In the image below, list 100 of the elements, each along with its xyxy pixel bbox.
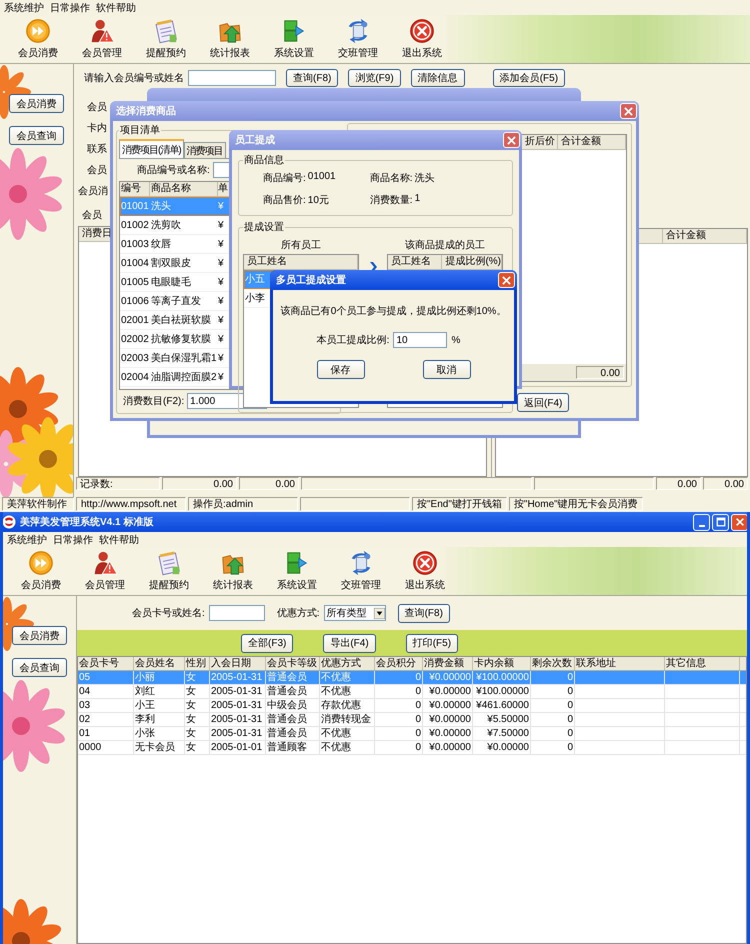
total-value: 0.00	[239, 477, 299, 490]
table-row[interactable]: 04 刘红 女 2005-01-31 普通会员 不优惠 0 ¥0.00000 ¥100.00000 0	[78, 685, 746, 699]
column-header: 合计金额	[558, 135, 626, 149]
table-cell: ¥0.00000	[473, 741, 531, 754]
dialog-button[interactable]: 取消	[422, 360, 470, 379]
toolbar-button[interactable]: 会员消费	[6, 15, 70, 63]
toolbar-button[interactable]: 统计报表	[201, 547, 265, 595]
filter-label: 会员卡号或姓名:	[132, 606, 205, 620]
table-cell: ¥100.00000	[473, 685, 531, 698]
sidebar-button[interactable]: 会员查询	[9, 126, 64, 145]
toolbar-button[interactable]: 会员消费	[9, 547, 73, 595]
query-button[interactable]: 查询(F8)	[398, 604, 450, 622]
table-cell: 0	[531, 727, 575, 740]
toolbar-button[interactable]: 提醒预约	[137, 547, 201, 595]
menu-item[interactable]: 日常操作	[50, 0, 90, 14]
total-value: 0.00	[703, 477, 748, 490]
sidebar-button[interactable]: 会员消费	[12, 626, 67, 645]
column-header: 编号	[120, 182, 150, 196]
table-row[interactable]: 0000 无卡会员 女 2005-01-01 普通顾客 不优惠 0 ¥0.00000 ¥0.00000 0	[78, 741, 746, 755]
table-cell: 2005-01-31	[210, 713, 266, 726]
column-header: 会员卡等级	[266, 657, 320, 670]
info-value: 01001	[308, 171, 337, 184]
table-cell: 0	[375, 685, 423, 698]
column-header: 会员卡号	[78, 657, 134, 670]
menu-item[interactable]: 系统维护	[4, 0, 44, 14]
table-cell: 刘红	[134, 685, 185, 698]
info-label: 消费数量:	[370, 194, 413, 207]
list-title: 该商品提成的员工	[404, 238, 486, 252]
toolbar-button[interactable]: 会员管理	[70, 15, 134, 63]
action-button[interactable]: 浏览(F9)	[348, 69, 401, 87]
menu-item[interactable]: 日常操作	[53, 532, 93, 546]
table-cell: ¥0.00000	[423, 713, 473, 726]
ratio-field[interactable]: 10	[393, 332, 448, 348]
toolbar-button[interactable]: 交班管理	[329, 547, 393, 595]
back-button[interactable]: 返回(F4)	[517, 393, 570, 412]
table-cell: 0000	[78, 741, 134, 754]
table-cell: 消费转现金	[320, 713, 375, 726]
column-header: 提成比例(%)	[442, 255, 502, 269]
table-cell: ¥7.50000	[473, 727, 531, 740]
table-cell: 不优惠	[320, 727, 375, 740]
column-header: 员工姓名	[388, 255, 442, 269]
toolbar-button[interactable]: 统计报表	[198, 15, 262, 63]
tab[interactable]: 消费项目	[184, 142, 226, 158]
table-cell: 中级会员	[266, 699, 320, 712]
table-row[interactable]: 02 李利 女 2005-01-31 普通会员 消费转现金 0 ¥0.00000 ¥5.50000 0	[78, 713, 746, 727]
toolbar-button[interactable]: 提醒预约	[134, 15, 198, 63]
table-cell: ¥0.00000	[423, 685, 473, 698]
dialog-title: 员工提成	[235, 134, 275, 147]
table-cell: 女	[185, 741, 210, 754]
table-cell: 普通会员	[266, 685, 320, 698]
action-button[interactable]: 导出(F4)	[323, 634, 376, 652]
status-text: 美萍软件制作	[2, 497, 74, 511]
action-button[interactable]: 全部(F3)	[241, 634, 294, 652]
section-label: 会员	[82, 209, 102, 223]
info-label: 商品编号:	[263, 172, 306, 185]
table-cell: ¥5.50000	[473, 713, 531, 726]
action-button[interactable]: 查询(F8)	[286, 69, 338, 87]
toolbar-button[interactable]: 交班管理	[326, 15, 390, 63]
toolbar-button[interactable]: 系统设置	[262, 15, 326, 63]
status-text: 按"End"键打开钱箱	[412, 497, 507, 511]
table-cell: ¥0.00000	[423, 699, 473, 712]
column-header: 性别	[185, 657, 210, 670]
column-header: 其它信息	[665, 657, 740, 670]
table-cell: 0	[531, 699, 575, 712]
toolbar-button[interactable]: 会员管理	[73, 547, 137, 595]
table-cell: 小张	[134, 727, 185, 740]
column-header: 合计金额	[663, 229, 747, 243]
table-row[interactable]: 03 小王 女 2005-01-31 中级会员 存款优惠 0 ¥0.00000 ¥461.60000 0	[78, 699, 746, 713]
quantity-label: 消费数目(F2):	[123, 394, 184, 408]
sidebar-button[interactable]: 会员查询	[12, 658, 67, 677]
discount-dropdown[interactable]: 所有类型	[324, 605, 386, 621]
toolbar-button[interactable]: 系统设置	[265, 547, 329, 595]
action-button[interactable]: 清除信息	[410, 69, 465, 87]
group-label: 商品信息	[243, 154, 285, 167]
table-cell: 2005-01-31	[210, 671, 266, 684]
menu-item[interactable]: 软件帮助	[96, 0, 136, 14]
table-cell: 03	[78, 699, 134, 712]
dialog-button[interactable]: 保存	[316, 360, 364, 379]
table-cell: 2005-01-31	[210, 727, 266, 740]
action-button[interactable]: 打印(F5)	[406, 634, 458, 652]
table-cell: 李利	[134, 713, 185, 726]
form-label: 会员	[87, 101, 107, 115]
table-cell: 不优惠	[320, 741, 375, 754]
toolbar-button[interactable]: 退出系统	[390, 15, 454, 63]
table-cell: 2005-01-01	[210, 741, 266, 754]
table-cell: ¥461.60000	[473, 699, 531, 712]
sidebar-button[interactable]: 会员消费	[9, 94, 64, 113]
table-cell: ¥0.00000	[423, 727, 473, 740]
action-button[interactable]: 添加会员(F5)	[492, 69, 566, 87]
status-text: 操作员:admin	[188, 497, 298, 511]
total-value: 0.00	[656, 477, 701, 490]
table-cell: 女	[185, 685, 210, 698]
info-value: 洗头	[414, 172, 436, 185]
status-text: 按"Home"键用无卡会员消费	[508, 497, 643, 511]
toolbar-button[interactable]: 退出系统	[393, 547, 457, 595]
table-row[interactable]: 01 小张 女 2005-01-31 普通会员 不优惠 0 ¥0.00000 ¥7.50000 0	[78, 727, 746, 741]
table-cell: 04	[78, 685, 134, 698]
menu-item[interactable]: 软件帮助	[99, 532, 139, 546]
menu-item[interactable]: 系统维护	[7, 532, 47, 546]
tab[interactable]: 消费项目(清单)	[119, 139, 184, 158]
